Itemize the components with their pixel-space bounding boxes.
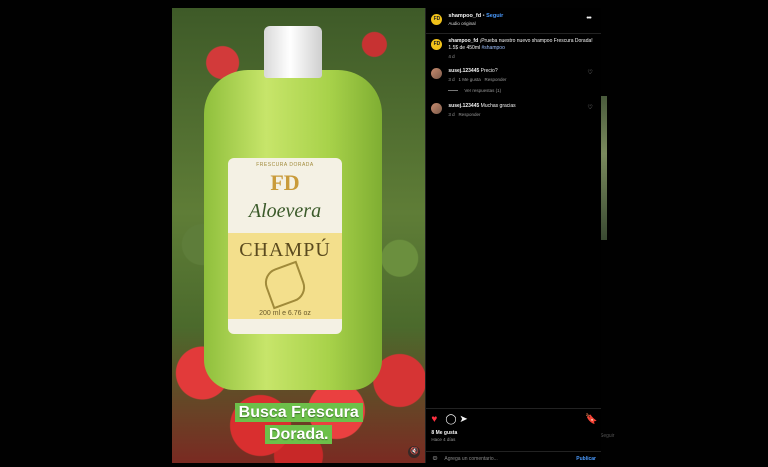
comment-avatar[interactable] [431,103,443,114]
save-button[interactable]: 🔖 [585,415,597,425]
comment-time[interactable]: 3 d [448,112,454,117]
post-caption: shampoo_fd ¡Prueba nuestro nuevo shampoo… [448,38,596,52]
comment-username[interactable]: susej.123445 [448,103,479,109]
comment-avatar[interactable] [431,68,443,79]
post-video[interactable]: FRESCURA DORADA FD Aloevera CHAMPÚ 200 m… [172,8,426,463]
comment-username[interactable]: susej.123445 [448,68,479,74]
post-time: Hace 4 días [431,437,456,442]
view-replies-button[interactable]: Ver respuestas (1) [448,88,501,93]
aloe-leaf-icon [260,260,310,310]
comment-button[interactable]: ◯ [445,415,456,425]
comment-text: Muchas gracias [480,103,516,109]
likes-count[interactable]: 8 Me gusta [431,430,457,436]
publish-button[interactable]: Publicar [576,456,596,462]
avatar[interactable]: FD [431,14,443,25]
caption-avatar[interactable]: FD [431,39,443,50]
reply-button[interactable]: Responder [458,112,480,117]
comment-bar: ☺ Agrega un comentario... Publicar [426,451,601,464]
heart-outline-icon: ♡ [587,105,593,111]
label-brand: Aloevera [248,200,322,222]
comment-2-meta: 3 d Responder [448,112,480,117]
comment-likes[interactable]: 1 Me gusta [458,77,480,82]
post-header-user: shampoo_fd • Seguir [448,13,503,19]
label-size: 200 ml e 6.76 oz [259,310,311,317]
next-post-preview[interactable] [600,96,607,240]
reply-line-icon [448,90,459,92]
divider [426,33,601,34]
video-caption-line1: Busca Frescura [172,403,425,422]
like-button[interactable]: ♥ [431,415,437,425]
send-icon: ➤ [459,414,468,425]
label-top-text: FRESCURA DORADA [256,162,314,168]
caption-username[interactable]: shampoo_fd [448,38,478,44]
follow-button[interactable]: Seguir [486,13,503,19]
more-icon: ••• [586,15,591,22]
comment-time[interactable]: 3 d [448,77,454,82]
bookmark-icon: 🔖 [585,414,598,425]
heart-outline-icon: ♡ [587,70,593,76]
username-link[interactable]: shampoo_fd [448,13,481,19]
caption-time[interactable]: 4 d [448,54,454,59]
label-product-band: CHAMPÚ 200 ml e 6.76 oz [228,233,342,319]
more-options-button[interactable]: ••• [586,15,591,22]
background-text: Seguir [600,433,615,439]
video-caption-line2: Dorada. [172,425,425,444]
divider [426,408,601,409]
comment-input[interactable]: Agrega un comentario... [444,456,497,462]
comment-text: Precio? [480,68,498,74]
heart-filled-icon: ♥ [431,414,438,425]
bottle-label: FRESCURA DORADA FD Aloevera CHAMPÚ 200 m… [228,158,342,334]
emoji-icon[interactable]: ☺ [431,455,438,462]
audio-link[interactable]: Audio original [448,21,475,26]
reply-button[interactable]: Responder [484,77,506,82]
comment-like-button[interactable]: ♡ [587,69,592,76]
post-actions: ♥ ◯ ➤ 🔖 [431,415,597,427]
comment-1-meta: 3 d 1 Me gusta Responder [448,77,506,82]
comment-bubble-icon: ◯ [445,414,457,425]
comment-like-button[interactable]: ♡ [587,104,592,111]
speaker-muted-icon: 🔇 [410,448,419,455]
label-logo: FD [270,170,300,195]
bottle-cap [264,26,322,78]
comment-1: susej.123445 Precio? [448,68,497,74]
share-button[interactable]: ➤ [459,415,467,425]
post-modal: FRESCURA DORADA FD Aloevera CHAMPÚ 200 m… [172,8,601,463]
label-product-name: CHAMPÚ [239,239,331,261]
post-side-panel: FD shampoo_fd • Seguir Audio original ••… [425,8,601,463]
hashtag-link[interactable]: #shampoo [482,45,505,51]
comment-2: susej.123445 Muchas gracias [448,103,515,109]
